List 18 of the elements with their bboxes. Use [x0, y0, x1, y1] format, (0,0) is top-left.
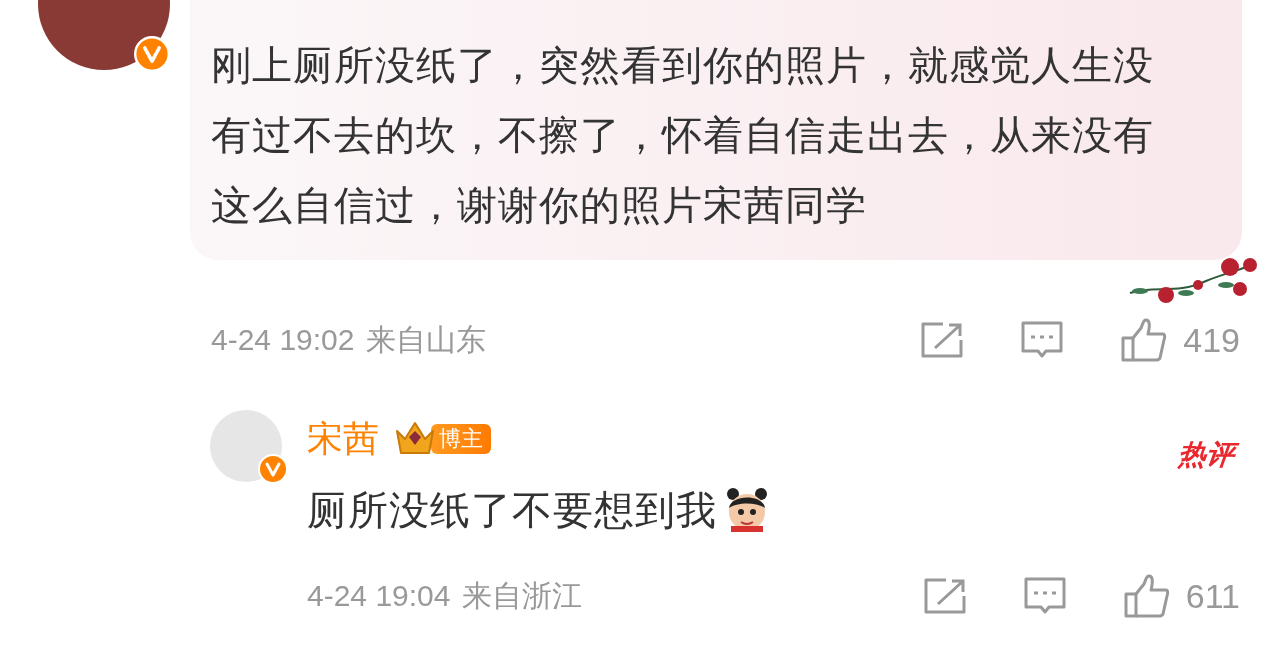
comment-time: 4-24 19:04 — [307, 581, 451, 611]
comment-text: 刚上厕所没纸了，突然看到你的照片，就感觉人生没有过不去的坎，不擦了，怀着自信走出去，从来没有这么自信过，谢谢你的照片宋茜同学 — [211, 42, 1155, 229]
blogger-badge: 博主 — [431, 424, 491, 454]
comment-location: 来自浙江 — [462, 581, 583, 611]
share-icon[interactable] — [921, 322, 964, 358]
comment-time: 4-24 19:02 — [211, 325, 355, 355]
thumbs-up-icon[interactable] — [1123, 574, 1170, 618]
like-count: 419 — [1183, 323, 1240, 357]
share-icon[interactable] — [923, 578, 966, 614]
author-name[interactable]: 宋茜 — [307, 421, 379, 457]
comment-icon[interactable] — [1021, 321, 1064, 359]
thumbs-up-icon[interactable] — [1121, 318, 1168, 362]
verified-badge-icon — [134, 36, 170, 72]
comment-location: 来自山东 — [366, 325, 487, 355]
comment-icon[interactable] — [1023, 577, 1066, 615]
verified-badge-icon — [258, 454, 288, 484]
reply-text: 厕所没纸了不要想到我 — [307, 487, 717, 534]
like-count: 611 — [1185, 579, 1240, 613]
